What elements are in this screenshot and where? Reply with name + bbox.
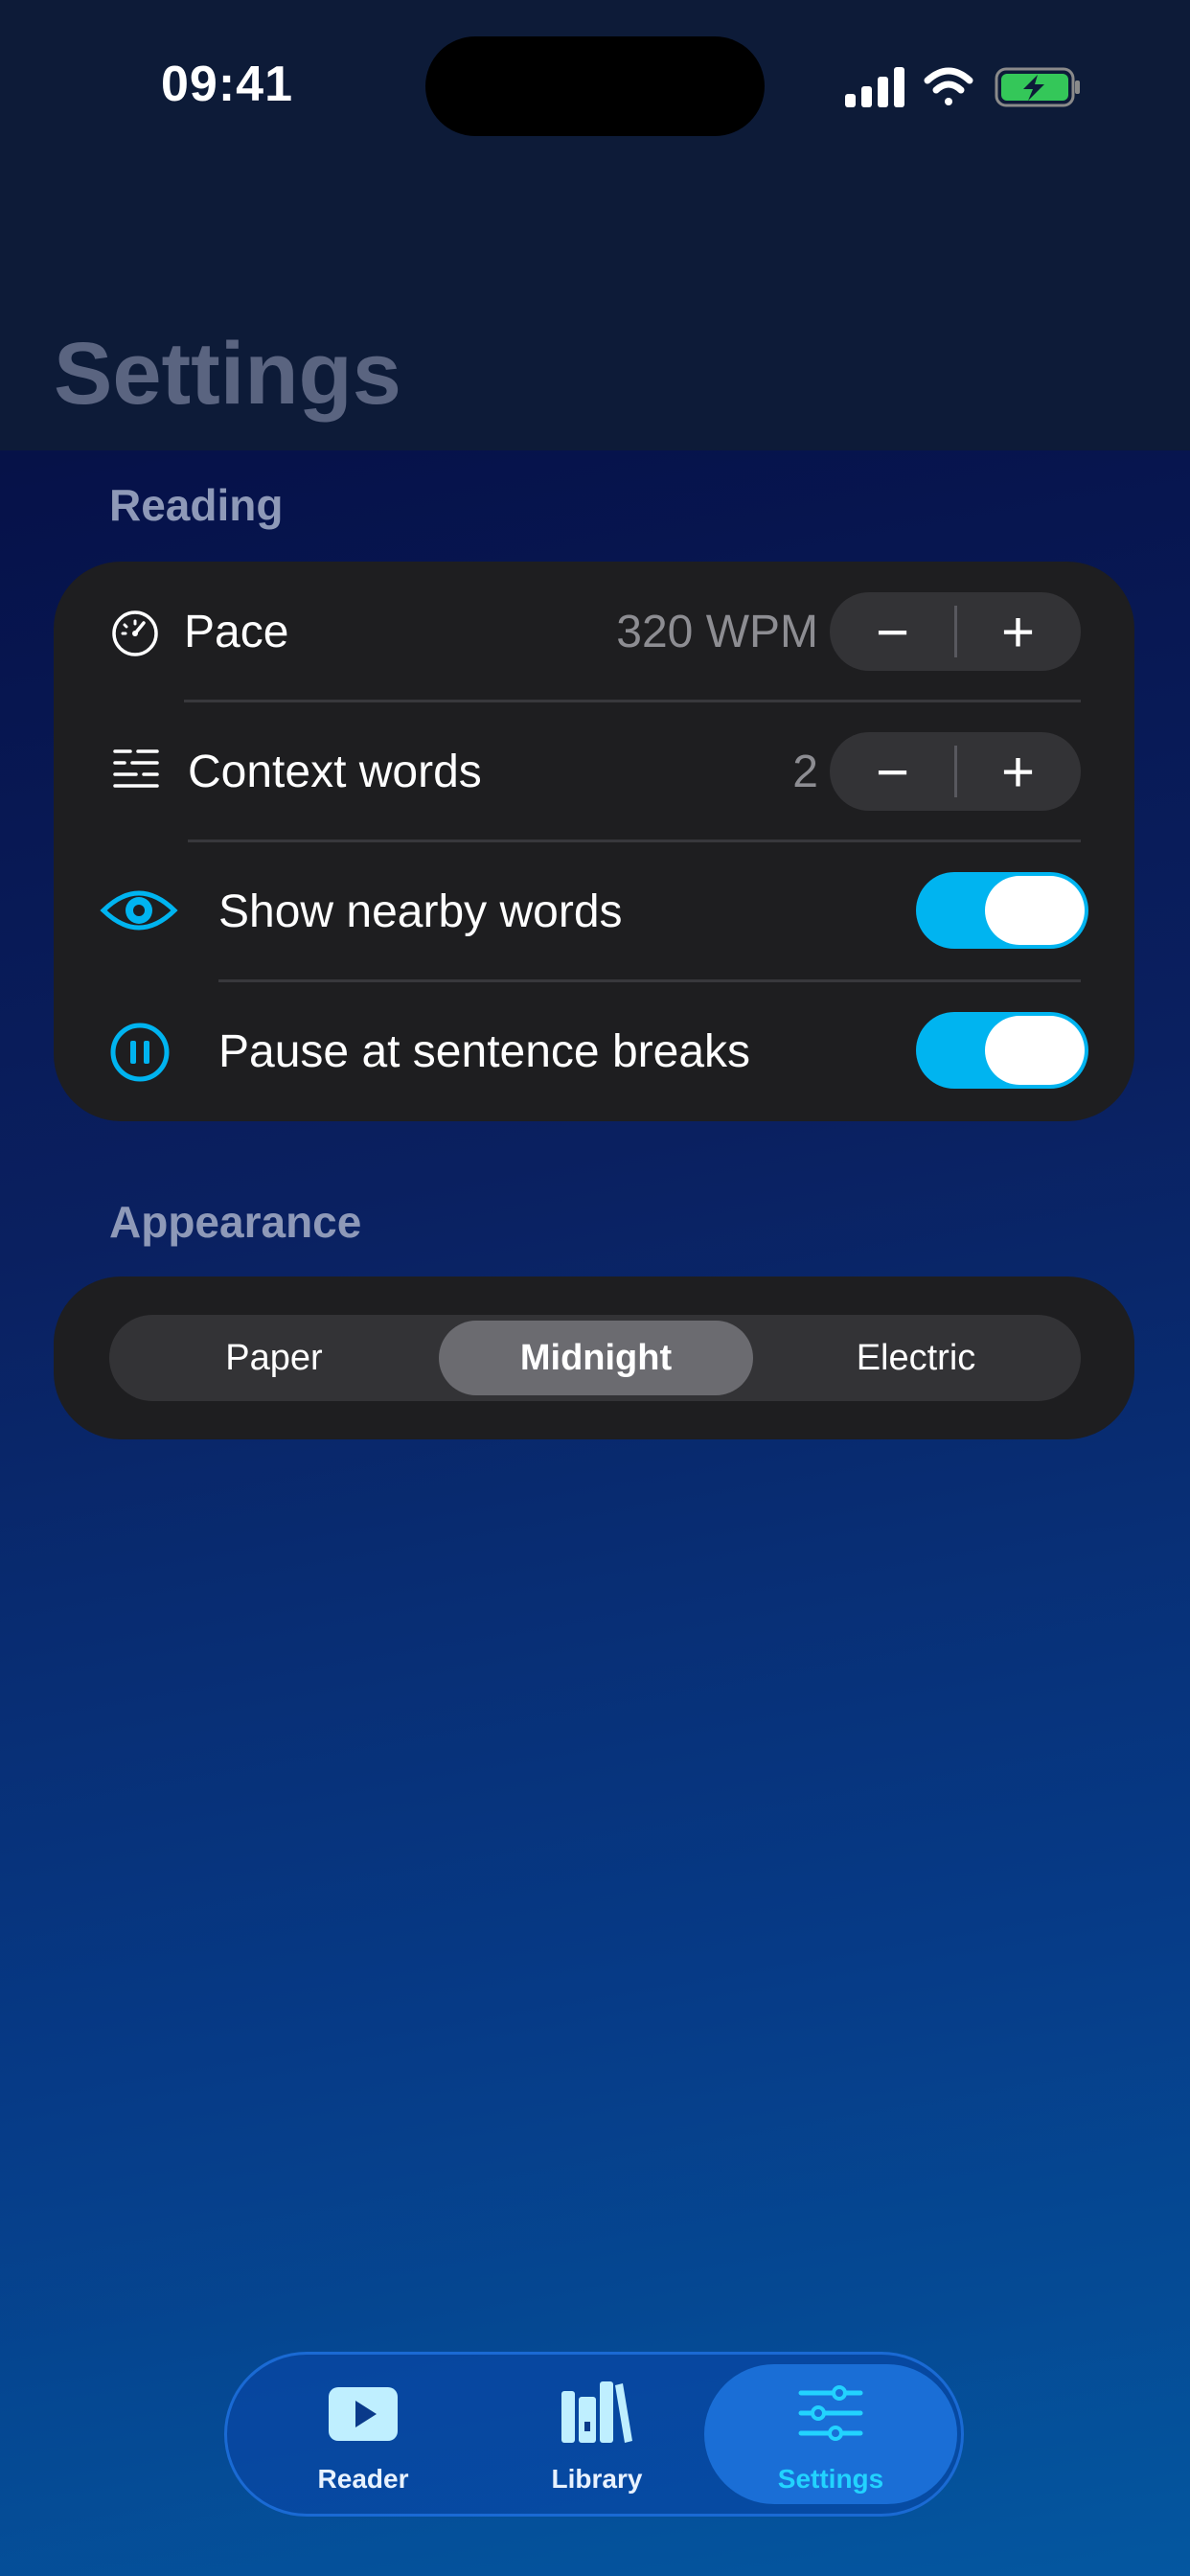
pace-decrement-button[interactable]: − xyxy=(830,592,955,671)
theme-option-paper[interactable]: Paper xyxy=(117,1321,431,1395)
context-words-decrement-button[interactable]: − xyxy=(830,732,955,811)
play-icon xyxy=(329,2387,398,2441)
pace-row: Pace 320 WPM − + xyxy=(54,562,1134,702)
pause-circle-icon xyxy=(110,1023,170,1082)
context-words-label: Context words xyxy=(188,747,482,797)
context-words-value: 2 xyxy=(792,747,818,797)
tab-settings[interactable]: Settings xyxy=(704,2364,957,2504)
appearance-card: Paper Midnight Electric xyxy=(54,1276,1134,1439)
text-lines-icon xyxy=(113,749,159,788)
speedometer-icon xyxy=(112,610,158,656)
pace-stepper: − + xyxy=(830,592,1081,671)
show-nearby-words-toggle[interactable] xyxy=(916,872,1088,949)
tab-library[interactable]: Library xyxy=(470,2364,723,2504)
toggle-knob xyxy=(985,1016,1085,1085)
pace-value: 320 WPM xyxy=(616,607,818,657)
books-icon xyxy=(561,2381,632,2443)
context-words-increment-button[interactable]: + xyxy=(955,732,1081,811)
battery-charging-icon xyxy=(995,67,1080,107)
theme-segmented-control: Paper Midnight Electric xyxy=(109,1315,1081,1401)
tab-label-reader: Reader xyxy=(317,2464,409,2494)
wifi-icon xyxy=(924,67,973,105)
section-label-reading: Reading xyxy=(109,480,284,530)
sliders-icon xyxy=(798,2385,863,2441)
context-words-stepper: − + xyxy=(830,732,1081,811)
context-words-row: Context words 2 − + xyxy=(54,702,1134,841)
status-bar: 09:41 xyxy=(0,0,1190,172)
pause-at-sentence-breaks-toggle[interactable] xyxy=(916,1012,1088,1089)
cellular-signal-icon xyxy=(845,67,904,107)
theme-option-electric[interactable]: Electric xyxy=(759,1321,1073,1395)
reading-card: Pace 320 WPM − + Context words 2 − + Sho… xyxy=(54,562,1134,1121)
tab-reader[interactable]: Reader xyxy=(237,2364,490,2504)
pause-at-sentence-breaks-label: Pause at sentence breaks xyxy=(218,1026,751,1077)
show-nearby-words-label: Show nearby words xyxy=(218,886,623,937)
status-icons xyxy=(845,67,1080,107)
pace-increment-button[interactable]: + xyxy=(955,592,1081,671)
eye-icon xyxy=(100,890,178,931)
tab-bar: Reader Library Settings xyxy=(224,2352,964,2517)
tab-label-settings: Settings xyxy=(777,2464,884,2494)
show-nearby-words-row: Show nearby words xyxy=(54,841,1134,981)
dynamic-island xyxy=(425,36,765,136)
theme-option-midnight[interactable]: Midnight xyxy=(439,1321,753,1395)
pause-at-sentence-breaks-row: Pause at sentence breaks xyxy=(54,981,1134,1121)
toggle-knob xyxy=(985,876,1085,945)
pace-label: Pace xyxy=(184,607,289,657)
status-time: 09:41 xyxy=(161,57,293,112)
section-label-appearance: Appearance xyxy=(109,1197,362,1247)
page-title: Settings xyxy=(54,325,401,423)
tab-label-library: Library xyxy=(551,2464,643,2494)
